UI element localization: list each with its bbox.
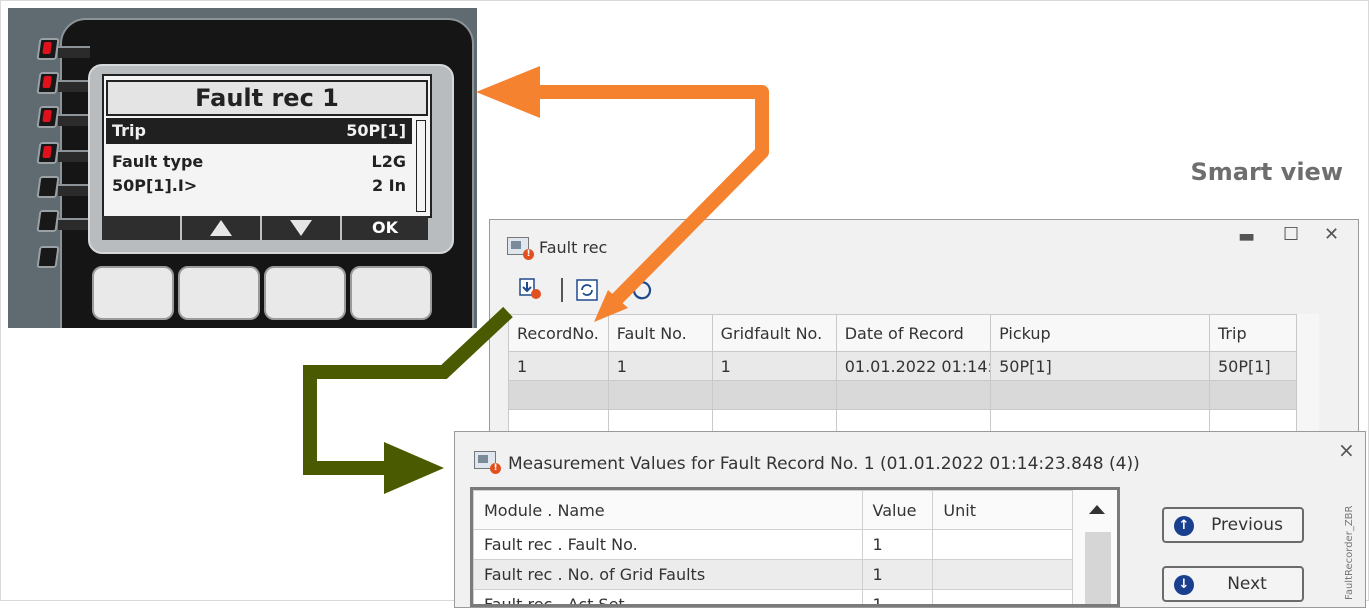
annotation-arrows (303, 66, 769, 494)
green-arrow (303, 306, 513, 494)
orange-arrow (476, 66, 769, 322)
